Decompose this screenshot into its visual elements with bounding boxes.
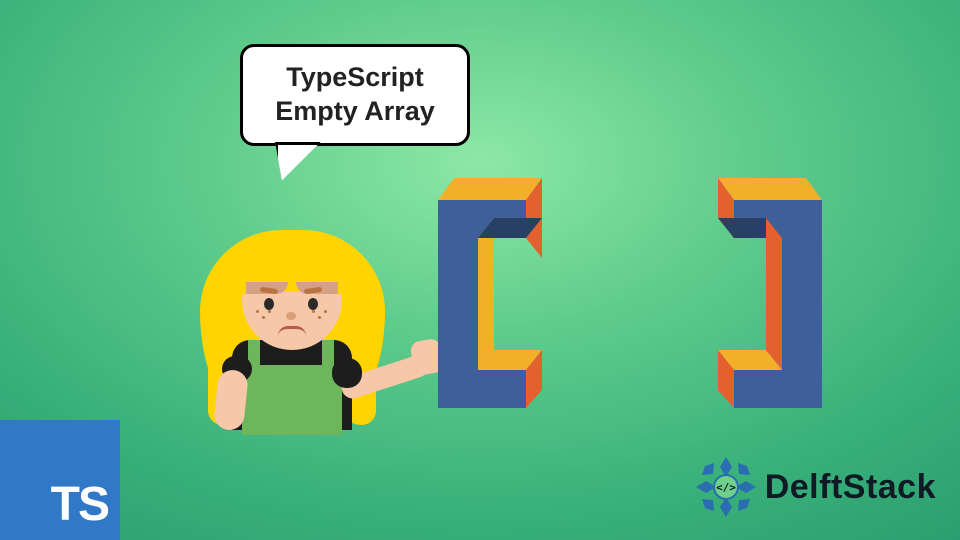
speech-tail	[278, 145, 312, 177]
delftstack-emblem-icon: </>	[695, 456, 757, 518]
speech-line1: TypeScript	[286, 62, 424, 92]
left-bracket-icon	[430, 178, 560, 428]
speech-bubble: TypeScript Empty Array	[240, 44, 470, 146]
delftstack-logo: </> DelftStack	[695, 456, 936, 518]
delftstack-text: DelftStack	[765, 468, 936, 507]
girl-illustration	[190, 210, 410, 440]
speech-line2: Empty Array	[275, 96, 435, 126]
typescript-logo: TS	[0, 420, 120, 540]
typescript-logo-text: TS	[51, 477, 108, 532]
svg-text:</>: </>	[716, 481, 736, 494]
right-bracket-icon	[700, 178, 830, 428]
